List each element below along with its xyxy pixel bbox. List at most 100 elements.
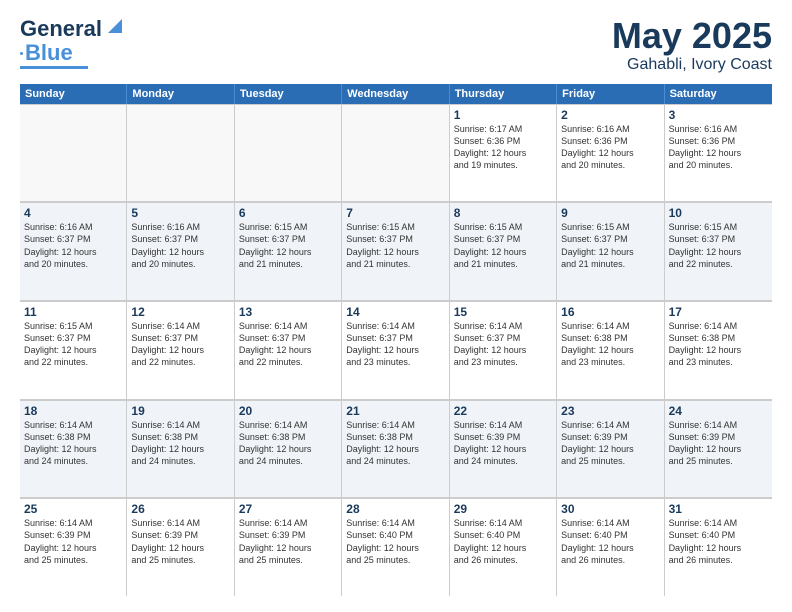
calendar-week-3: 11Sunrise: 6:15 AM Sunset: 6:37 PM Dayli… — [20, 301, 772, 400]
day-number: 6 — [239, 206, 337, 220]
day-info: Sunrise: 6:16 AM Sunset: 6:36 PM Dayligh… — [561, 124, 634, 170]
day-number: 31 — [669, 502, 768, 516]
day-number: 18 — [24, 404, 122, 418]
day-info: Sunrise: 6:14 AM Sunset: 6:39 PM Dayligh… — [131, 518, 204, 564]
table-row: 23 Sunrise: 6:14 AM Sunset: 6:39 PM Dayli… — [557, 400, 664, 498]
table-row: 17Sunrise: 6:14 AM Sunset: 6:38 PM Dayli… — [665, 301, 772, 399]
table-row: 7 Sunrise: 6:15 AM Sunset: 6:37 PM Daylig… — [342, 202, 449, 300]
day-info: Sunrise: 6:14 AM Sunset: 6:39 PM Dayligh… — [24, 518, 97, 564]
table-row — [235, 104, 342, 202]
calendar-header: Sunday Monday Tuesday Wednesday Thursday… — [20, 84, 772, 104]
day-number: 16 — [561, 305, 659, 319]
day-number: 12 — [131, 305, 229, 319]
day-info: Sunrise: 6:15 AM Sunset: 6:37 PM Dayligh… — [454, 222, 527, 268]
table-row: 29 Sunrise: 6:14 AM Sunset: 6:40 PM Dayli… — [450, 498, 557, 596]
day-info: Sunrise: 6:14 AM Sunset: 6:39 PM Dayligh… — [454, 420, 527, 466]
day-number: 1 — [454, 108, 552, 122]
header-friday: Friday — [557, 84, 664, 104]
table-row: 5Sunrise: 6:16 AM Sunset: 6:37 PM Daylig… — [127, 202, 234, 300]
table-row: 6 Sunrise: 6:15 AM Sunset: 6:37 PM Daylig… — [235, 202, 342, 300]
day-number: 13 — [239, 305, 337, 319]
table-row: 18 Sunrise: 6:14 AM Sunset: 6:38 PM Dayli… — [20, 400, 127, 498]
day-number: 11 — [24, 305, 122, 319]
day-info: Sunrise: 6:14 AM Sunset: 6:38 PM Dayligh… — [24, 420, 97, 466]
day-info: Sunrise: 6:14 AM Sunset: 6:40 PM Dayligh… — [669, 518, 742, 564]
day-info: Sunrise: 6:14 AM Sunset: 6:37 PM Dayligh… — [454, 321, 527, 367]
table-row: 24 Sunrise: 6:14 AM Sunset: 6:39 PM Dayli… — [665, 400, 772, 498]
subtitle: Gahabli, Ivory Coast — [612, 56, 772, 74]
day-info: Sunrise: 6:14 AM Sunset: 6:37 PM Dayligh… — [346, 321, 419, 367]
day-info: Sunrise: 6:17 AM Sunset: 6:36 PM Dayligh… — [454, 124, 527, 170]
table-row: 3 Sunrise: 6:16 AM Sunset: 6:36 PM Daylig… — [665, 104, 772, 202]
header-monday: Monday — [127, 84, 234, 104]
table-row: 19 Sunrise: 6:14 AM Sunset: 6:38 PM Dayli… — [127, 400, 234, 498]
table-row: 31 Sunrise: 6:14 AM Sunset: 6:40 PM Dayli… — [665, 498, 772, 596]
day-number: 14 — [346, 305, 444, 319]
table-row — [342, 104, 449, 202]
day-number: 8 — [454, 206, 552, 220]
day-number: 27 — [239, 502, 337, 516]
day-number: 15 — [454, 305, 552, 319]
table-row: 26Sunrise: 6:14 AM Sunset: 6:39 PM Dayli… — [127, 498, 234, 596]
day-info: Sunrise: 6:14 AM Sunset: 6:37 PM Dayligh… — [131, 321, 204, 367]
day-info: Sunrise: 6:14 AM Sunset: 6:38 PM Dayligh… — [561, 321, 634, 367]
header-tuesday: Tuesday — [235, 84, 342, 104]
day-number: 23 — [561, 404, 659, 418]
table-row: 2 Sunrise: 6:16 AM Sunset: 6:36 PM Daylig… — [557, 104, 664, 202]
day-info: Sunrise: 6:14 AM Sunset: 6:38 PM Dayligh… — [346, 420, 419, 466]
day-number: 7 — [346, 206, 444, 220]
day-number: 24 — [669, 404, 768, 418]
main-title: May 2025 — [612, 16, 772, 56]
day-info: Sunrise: 6:16 AM Sunset: 6:37 PM Dayligh… — [131, 222, 204, 268]
day-number: 22 — [454, 404, 552, 418]
header-wednesday: Wednesday — [342, 84, 449, 104]
table-row: 14 Sunrise: 6:14 AM Sunset: 6:37 PM Dayli… — [342, 301, 449, 399]
calendar-week-5: 25 Sunrise: 6:14 AM Sunset: 6:39 PM Dayli… — [20, 498, 772, 596]
day-number: 19 — [131, 404, 229, 418]
day-info: Sunrise: 6:15 AM Sunset: 6:37 PM Dayligh… — [346, 222, 419, 268]
table-row: 1 Sunrise: 6:17 AM Sunset: 6:36 PM Daylig… — [450, 104, 557, 202]
day-info: Sunrise: 6:15 AM Sunset: 6:37 PM Dayligh… — [239, 222, 312, 268]
calendar-week-4: 18 Sunrise: 6:14 AM Sunset: 6:38 PM Dayli… — [20, 400, 772, 499]
day-info: Sunrise: 6:14 AM Sunset: 6:38 PM Dayligh… — [239, 420, 312, 466]
table-row: 25 Sunrise: 6:14 AM Sunset: 6:39 PM Dayli… — [20, 498, 127, 596]
table-row: 27 Sunrise: 6:14 AM Sunset: 6:39 PM Dayli… — [235, 498, 342, 596]
day-number: 4 — [24, 206, 122, 220]
table-row: 12 Sunrise: 6:14 AM Sunset: 6:37 PM Dayli… — [127, 301, 234, 399]
title-block: May 2025 Gahabli, Ivory Coast — [612, 16, 772, 74]
day-number: 25 — [24, 502, 122, 516]
day-number: 17 — [669, 305, 768, 319]
day-number: 21 — [346, 404, 444, 418]
day-info: Sunrise: 6:14 AM Sunset: 6:40 PM Dayligh… — [454, 518, 527, 564]
day-number: 30 — [561, 502, 659, 516]
table-row: 21 Sunrise: 6:14 AM Sunset: 6:38 PM Dayli… — [342, 400, 449, 498]
day-info: Sunrise: 6:14 AM Sunset: 6:39 PM Dayligh… — [239, 518, 312, 564]
day-info: Sunrise: 6:16 AM Sunset: 6:36 PM Dayligh… — [669, 124, 742, 170]
table-row: 28 Sunrise: 6:14 AM Sunset: 6:40 PM Dayli… — [342, 498, 449, 596]
day-info: Sunrise: 6:14 AM Sunset: 6:40 PM Dayligh… — [346, 518, 419, 564]
calendar: Sunday Monday Tuesday Wednesday Thursday… — [20, 84, 772, 596]
day-info: Sunrise: 6:14 AM Sunset: 6:38 PM Dayligh… — [131, 420, 204, 466]
table-row: 13Sunrise: 6:14 AM Sunset: 6:37 PM Dayli… — [235, 301, 342, 399]
day-number: 29 — [454, 502, 552, 516]
day-number: 9 — [561, 206, 659, 220]
table-row — [20, 104, 127, 202]
day-info: Sunrise: 6:14 AM Sunset: 6:39 PM Dayligh… — [669, 420, 742, 466]
logo-underline — [20, 66, 88, 69]
header-thursday: Thursday — [450, 84, 557, 104]
table-row: 15 Sunrise: 6:14 AM Sunset: 6:37 PM Dayli… — [450, 301, 557, 399]
table-row: 4Sunrise: 6:16 AM Sunset: 6:37 PM Daylig… — [20, 202, 127, 300]
header-saturday: Saturday — [665, 84, 772, 104]
logo-arrow-icon — [104, 15, 126, 37]
day-number: 2 — [561, 108, 659, 122]
calendar-week-1: 1 Sunrise: 6:17 AM Sunset: 6:36 PM Daylig… — [20, 104, 772, 203]
table-row: 30Sunrise: 6:14 AM Sunset: 6:40 PM Dayli… — [557, 498, 664, 596]
page: General Blue May 2025 Gahabli, Ivory Coa… — [0, 0, 792, 612]
logo-general: General — [20, 16, 102, 42]
day-info: Sunrise: 6:14 AM Sunset: 6:39 PM Dayligh… — [561, 420, 634, 466]
day-number: 28 — [346, 502, 444, 516]
header: General Blue May 2025 Gahabli, Ivory Coa… — [20, 16, 772, 74]
day-number: 20 — [239, 404, 337, 418]
day-number: 3 — [669, 108, 768, 122]
day-number: 10 — [669, 206, 768, 220]
